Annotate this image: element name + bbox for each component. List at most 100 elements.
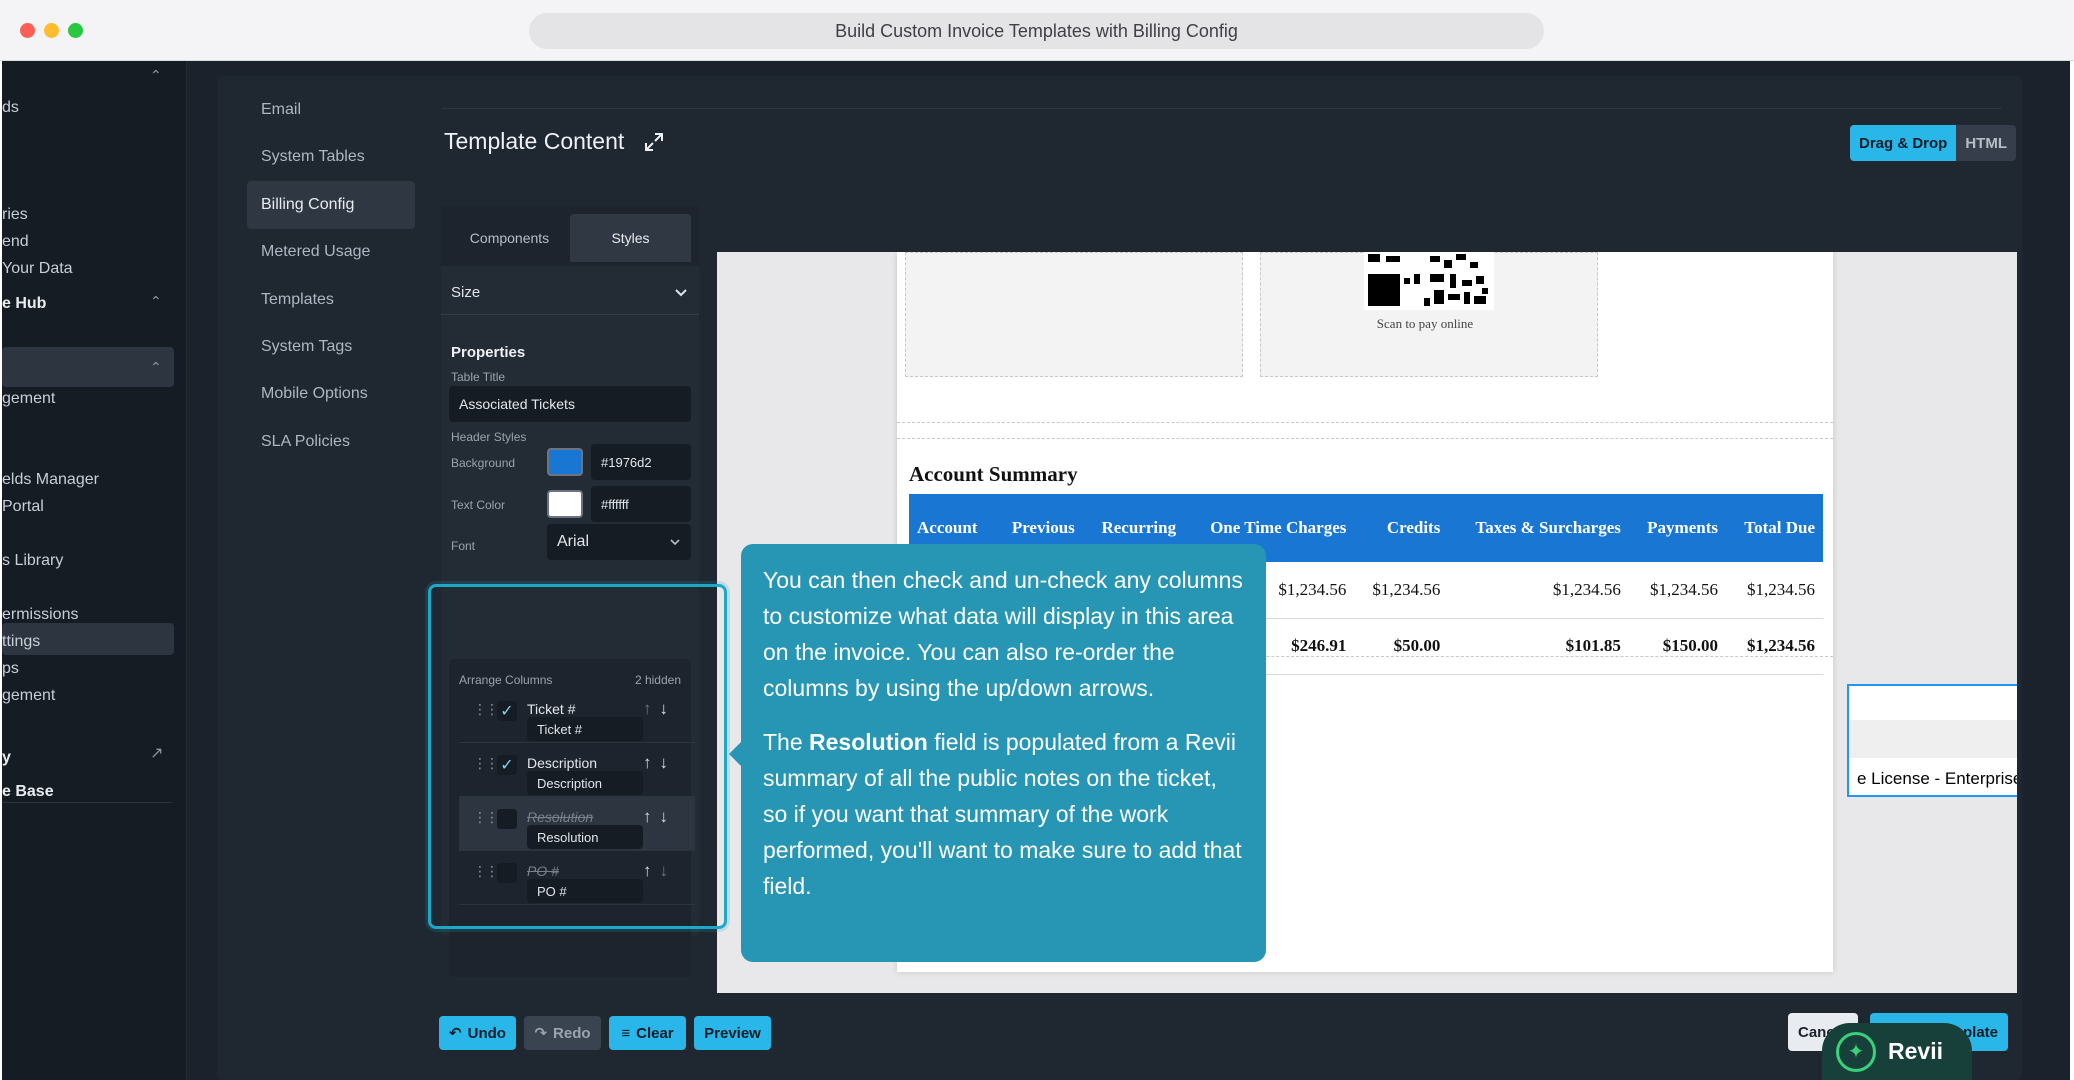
main-sidebar: ⌃ ⌃ ⌃ ↗ ds ries end Your Data e Hub gement eld… (2, 61, 187, 1080)
panel-tabs: Components Styles (441, 206, 699, 266)
subnav-item[interactable]: Metered Usage (247, 228, 415, 276)
undo-icon: ↶ (449, 1025, 462, 1042)
chevron-down-icon (675, 289, 687, 297)
sidebar-item[interactable]: gement (2, 390, 55, 408)
block-separator (897, 422, 1833, 423)
move-up-icon[interactable]: ↑ (643, 807, 652, 827)
sidebar-item[interactable]: ps (2, 660, 19, 678)
drag-handle-icon[interactable]: ⋮⋮ (473, 701, 499, 718)
column-label-input[interactable]: PO # (527, 879, 643, 903)
column-checkbox[interactable]: ✓ (497, 701, 517, 721)
move-up-icon[interactable]: ↑ (643, 753, 652, 773)
associated-tickets-block[interactable]: e License - Enterprise (1847, 684, 2017, 797)
clear-button[interactable]: ≡ Clear (609, 1016, 686, 1050)
qr-code-icon (1364, 252, 1494, 310)
table-cell: $50.00 (1354, 618, 1449, 675)
text-color-input[interactable]: #ffffff (591, 486, 691, 522)
table-cell: $1,234.56 (1725, 562, 1823, 619)
sidebar-item[interactable]: y (2, 749, 11, 767)
close-window-icon[interactable] (20, 23, 35, 38)
drag-handle-icon[interactable]: ⋮⋮ (473, 863, 499, 880)
block-separator (897, 438, 1833, 439)
subnav-item[interactable]: Templates (247, 276, 415, 324)
background-label: Background (451, 456, 516, 470)
column-checkbox[interactable] (497, 809, 517, 829)
table-title-input[interactable]: Associated Tickets (449, 386, 691, 422)
tooltip-paragraph-1: You can then check and un-check any colu… (763, 567, 1243, 701)
sidebar-item[interactable]: s Library (2, 552, 63, 570)
sidebar-item[interactable]: e Base (2, 783, 54, 801)
minimize-window-icon[interactable] (44, 23, 59, 38)
column-row[interactable]: ⋮⋮ ✓ Ticket # ↑ ↓ Ticket # (459, 689, 695, 743)
sidebar-item[interactable]: ds (2, 99, 19, 117)
html-mode-button[interactable]: HTML (1956, 125, 2016, 161)
move-up-icon[interactable]: ↑ (643, 861, 652, 881)
arrange-columns-label: Arrange Columns (459, 673, 553, 687)
tab-components[interactable]: Components (449, 214, 570, 262)
move-down-icon[interactable]: ↓ (660, 753, 669, 773)
table-cell: $1,234.56 (1448, 562, 1629, 619)
table-cell: $1,234.56 (1354, 562, 1449, 619)
drag-handle-icon[interactable]: ⋮⋮ (473, 809, 499, 826)
chevron-up-icon[interactable]: ⌃ (150, 67, 162, 84)
column-label-input[interactable]: Resolution (527, 825, 643, 849)
walkthrough-tooltip: You can then check and un-check any colu… (741, 544, 1266, 962)
sidebar-item[interactable]: ermissions (2, 606, 78, 624)
subnav-item[interactable]: System Tables (247, 133, 415, 181)
move-up-icon[interactable]: ↑ (643, 699, 652, 719)
table-cell: $101.85 (1448, 618, 1629, 675)
move-down-icon[interactable]: ↓ (660, 861, 669, 881)
sidebar-item[interactable]: end (2, 233, 29, 251)
maximize-window-icon[interactable] (68, 23, 83, 38)
move-down-icon[interactable]: ↓ (660, 699, 669, 719)
external-link-icon[interactable]: ↗ (150, 743, 163, 763)
column-checkbox[interactable] (497, 863, 517, 883)
column-row[interactable]: ⋮⋮ Resolution ↑ ↓ Resolution (459, 797, 695, 851)
sidebar-item[interactable]: gement (2, 687, 55, 705)
background-color-swatch[interactable] (547, 448, 583, 476)
table-cell: e License - Enterprise (1857, 769, 2017, 788)
browser-chrome: Build Custom Invoice Templates with Bill… (0, 0, 2074, 61)
revii-assistant-button[interactable]: ✦ Revii (1822, 1023, 1972, 1080)
arrange-columns-box: Arrange Columns 2 hidden ⋮⋮ ✓ Ticket # ↑ ↓ Ti… (449, 659, 695, 977)
subnav-item[interactable]: Billing Config (247, 181, 415, 229)
font-select-value: Arial (557, 533, 590, 550)
sidebar-item[interactable]: Your Data (2, 260, 73, 278)
sidebar-item[interactable]: e Hub (2, 295, 46, 313)
sidebar-item[interactable]: Portal (2, 498, 44, 516)
tab-styles[interactable]: Styles (570, 214, 691, 262)
column-row[interactable]: ⋮⋮ ✓ Description ↑ ↓ Description (459, 743, 695, 797)
drag-handle-icon[interactable]: ⋮⋮ (473, 755, 499, 772)
column-row[interactable]: ⋮⋮ PO # ↑ ↓ PO # (459, 851, 695, 905)
background-color-input[interactable]: #1976d2 (591, 444, 691, 480)
expand-icon[interactable] (644, 132, 664, 152)
redo-button[interactable]: ↷ Redo (524, 1016, 601, 1050)
subnav-item[interactable]: SLA Policies (247, 418, 415, 466)
sidebar-active-group[interactable] (2, 347, 174, 387)
sidebar-item[interactable]: elds Manager (2, 471, 99, 489)
sidebar-item[interactable]: ttings (2, 633, 40, 651)
column-label-input[interactable]: Ticket # (527, 717, 643, 741)
text-color-swatch[interactable] (547, 490, 583, 518)
preview-button[interactable]: Preview (694, 1016, 771, 1050)
column-label-input[interactable]: Description (527, 771, 643, 795)
size-section-label: Size (451, 284, 481, 301)
move-down-icon[interactable]: ↓ (660, 807, 669, 827)
size-section-toggle[interactable]: Size (451, 284, 689, 301)
subnav-item[interactable]: Mobile Options (247, 370, 415, 418)
page-title: Template Content (444, 128, 625, 154)
chevron-down-icon (670, 539, 680, 546)
font-select[interactable]: Arial (547, 524, 691, 560)
column-checkbox[interactable]: ✓ (497, 755, 517, 775)
sidebar-item[interactable]: ries (2, 206, 28, 224)
drag-drop-mode-button[interactable]: Drag & Drop (1850, 125, 1957, 161)
column-name: Ticket # (527, 701, 576, 717)
undo-button[interactable]: ↶ Undo (439, 1016, 516, 1050)
chevron-up-icon[interactable]: ⌃ (150, 359, 162, 376)
subnav-item[interactable]: System Tags (247, 323, 415, 371)
sidebar-divider (2, 802, 172, 803)
address-bar[interactable]: Build Custom Invoice Templates with Bill… (529, 13, 1544, 49)
chevron-up-icon[interactable]: ⌃ (150, 293, 162, 310)
subnav-item[interactable]: Email (247, 86, 415, 134)
invoice-block-empty[interactable] (905, 252, 1243, 377)
